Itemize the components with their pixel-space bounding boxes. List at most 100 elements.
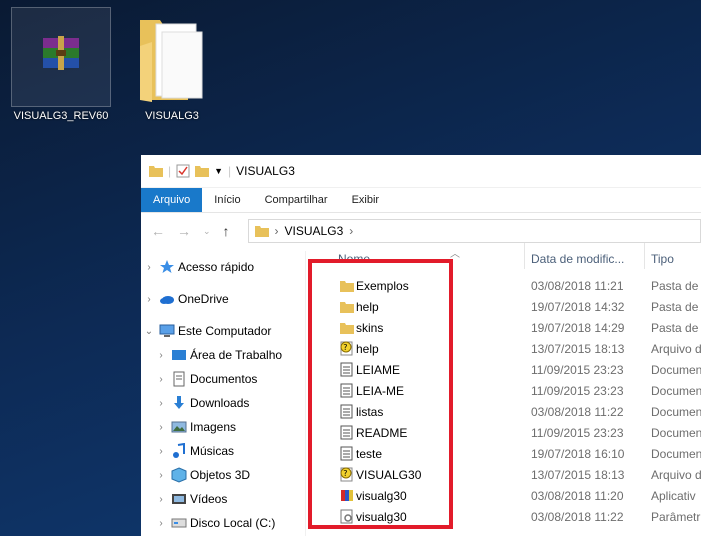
navigation-pane: › Acesso rápido › OneDrive ⌄ Este Comput… [141, 251, 306, 536]
address-bar[interactable]: › VISUALG3 › [247, 219, 701, 243]
chevron-right-icon[interactable]: › [153, 374, 169, 385]
chevron-right-icon[interactable]: › [141, 262, 157, 273]
nav-item-label: Imagens [190, 420, 237, 434]
nav-item-label: Downloads [190, 396, 250, 410]
chevron-right-icon[interactable]: › [153, 518, 169, 529]
properties-icon[interactable] [176, 164, 190, 178]
nav-item-label: Vídeos [190, 492, 228, 506]
chevron-right-icon[interactable]: › [153, 494, 169, 505]
folder-icon [149, 166, 163, 177]
red-highlight-box [308, 259, 453, 529]
file-date: 19/07/2018 14:29 [531, 321, 625, 335]
nav-item-label: Músicas [190, 444, 235, 458]
nav-item-label: Área de Trabalho [190, 348, 283, 362]
tab-exibir[interactable]: Exibir [340, 188, 392, 212]
breadcrumb-item[interactable]: VISUALG3 [285, 224, 344, 238]
nav-item-videos[interactable]: › Vídeos [141, 488, 305, 510]
column-header-label: Data de modific... [531, 252, 625, 266]
nav-item-label: Disco Local (C:) [190, 516, 276, 530]
file-type: Aplicativ [651, 489, 696, 503]
file-date: 03/08/2018 11:21 [531, 279, 624, 293]
nav-item-acesso-rapido[interactable]: › Acesso rápido [141, 256, 305, 278]
file-date: 11/09/2015 23:23 [531, 384, 624, 398]
up-arrow-icon[interactable]: ↑ [223, 223, 230, 239]
cloud-icon [160, 296, 174, 304]
nav-item-label: OneDrive [178, 292, 229, 306]
ribbon-tabs: Arquivo Início Compartilhar Exibir [141, 188, 701, 213]
column-header-type[interactable]: Tipo [644, 243, 701, 269]
file-type: Pasta de a [651, 279, 701, 293]
chevron-right-icon[interactable]: › [153, 398, 169, 409]
chevron-right-icon[interactable]: › [141, 294, 157, 305]
desktop-icon [172, 350, 186, 360]
back-arrow-icon[interactable]: ← [151, 223, 165, 239]
file-type: Documen [651, 363, 701, 377]
breadcrumb-chevron-icon[interactable]: › [349, 224, 353, 238]
star-icon [160, 260, 174, 273]
desktop-icon-label: VISUALG3_REV60 [13, 110, 109, 122]
nav-item-este-computador[interactable]: ⌄ Este Computador [141, 320, 305, 342]
drive-icon [171, 518, 187, 528]
computer-icon [159, 324, 175, 337]
folder-icon [140, 20, 203, 102]
file-date: 13/07/2015 18:13 [531, 342, 625, 356]
file-type: Parâmetr [651, 510, 701, 524]
winrar-archive-icon [43, 36, 79, 70]
window-title: VISUALG3 [236, 164, 295, 178]
download-icon [174, 396, 184, 409]
nav-item-label: Acesso rápido [178, 260, 255, 274]
desktop-icon-visualg3-rev60[interactable]: VISUALG3_REV60 [11, 7, 111, 122]
column-header-label: Tipo [651, 252, 674, 266]
desktop-icon-label: VISUALG3 [145, 110, 199, 122]
breadcrumb-separator-icon: › [274, 224, 279, 238]
music-icon [173, 443, 185, 458]
nav-item-onedrive[interactable]: › OneDrive [141, 288, 305, 310]
file-type: Arquivo d [651, 468, 701, 482]
nav-item-objetos-3d[interactable]: › Objetos 3D [141, 464, 305, 486]
file-date: 13/07/2015 18:13 [531, 468, 625, 482]
file-date: 11/09/2015 23:23 [531, 363, 624, 377]
nav-item-musicas[interactable]: › Músicas [141, 440, 305, 462]
file-type: Documen [651, 384, 701, 398]
video-icon [172, 494, 186, 504]
recent-chevron-icon[interactable]: ⌄ [203, 226, 211, 237]
nav-item-documentos[interactable]: › Documentos [141, 368, 305, 390]
pictures-icon [171, 421, 187, 433]
file-date: 11/09/2015 23:23 [531, 426, 624, 440]
nav-item-imagens[interactable]: › Imagens [141, 416, 305, 438]
chevron-down-icon[interactable]: ⌄ [141, 326, 157, 337]
chevron-right-icon[interactable]: › [153, 470, 169, 481]
file-date: 19/07/2018 16:10 [531, 447, 625, 461]
nav-item-disco-local[interactable]: › Disco Local (C:) [141, 512, 305, 534]
nav-item-downloads[interactable]: › Downloads [141, 392, 305, 414]
nav-item-area-de-trabalho[interactable]: › Área de Trabalho [141, 344, 305, 366]
tab-arquivo[interactable]: Arquivo [141, 188, 203, 212]
column-header-date[interactable]: Data de modific... [524, 243, 643, 269]
tab-compartilhar[interactable]: Compartilhar [253, 188, 340, 212]
new-folder-icon[interactable] [195, 165, 210, 177]
documents-icon [173, 371, 185, 387]
file-type: Pasta de a [651, 300, 701, 314]
chevron-right-icon[interactable]: › [153, 446, 169, 457]
file-type: Documen [651, 426, 701, 440]
forward-arrow-icon[interactable]: → [177, 223, 191, 239]
file-date: 19/07/2018 14:32 [531, 300, 625, 314]
file-type: Documen [651, 405, 701, 419]
chevron-right-icon[interactable]: › [153, 350, 169, 361]
file-date: 03/08/2018 11:20 [531, 489, 624, 503]
file-date: 03/08/2018 11:22 [531, 510, 624, 524]
tab-inicio[interactable]: Início [202, 188, 252, 212]
file-date: 03/08/2018 11:22 [531, 405, 624, 419]
file-type: Documen [651, 447, 701, 461]
cube-icon [171, 467, 187, 483]
nav-item-label: Este Computador [178, 324, 272, 338]
file-type: Arquivo d [651, 342, 701, 356]
chevron-right-icon[interactable]: › [153, 422, 169, 433]
nav-item-label: Objetos 3D [190, 468, 251, 482]
folder-icon [254, 226, 269, 237]
chevron-down-icon[interactable]: ▼ [214, 166, 223, 176]
file-type: Pasta de a [651, 321, 701, 335]
desktop-icon-visualg3-folder[interactable]: VISUALG3 [132, 14, 212, 124]
title-bar: | ▼ | VISUALG3 [141, 155, 701, 188]
nav-item-label: Documentos [190, 372, 258, 386]
